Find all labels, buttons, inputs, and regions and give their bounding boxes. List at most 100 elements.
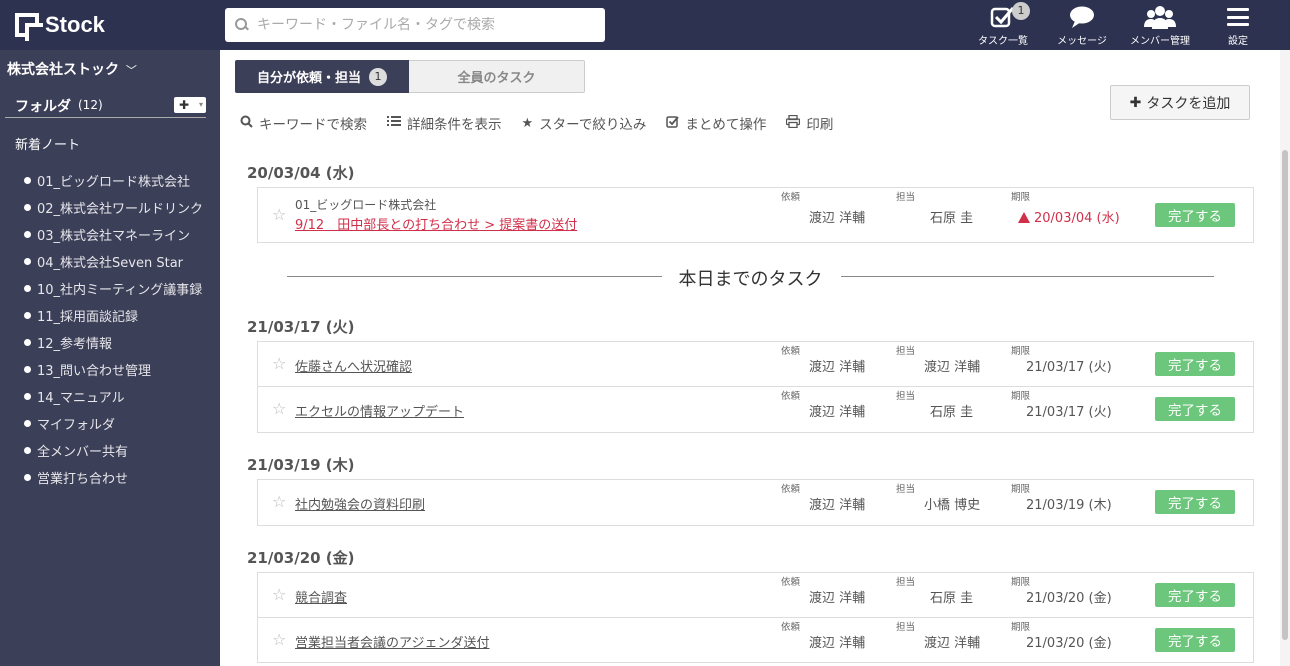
assignee-name: 石原 圭	[930, 405, 974, 420]
sidebar-folder-label: 14_マニュアル	[37, 391, 125, 406]
sidebar-folder-label: 01_ビッグロード株式会社	[37, 175, 191, 190]
folder-header: フォルダ (12) ✚	[5, 94, 206, 118]
nav-settings[interactable]: 設定	[1218, 0, 1258, 50]
sidebar-folder-item[interactable]: マイフォルダ	[24, 410, 203, 437]
sidebar-folder-label: 営業打ち合わせ	[37, 472, 129, 487]
company-name: 株式会社ストック	[7, 62, 119, 78]
app-logo[interactable]: Stock	[15, 12, 105, 41]
new-notes-link[interactable]: 新着ノート	[15, 134, 80, 153]
assignee-name: 石原 圭	[930, 211, 974, 226]
sidebar: 株式会社ストック ﹀ フォルダ (12) ✚ 新着ノート 01_ビッグロード株式…	[0, 50, 220, 666]
task-row[interactable]: ☆ 01_ビッグロード株式会社 9/12 田中部長との打ち合わせ > 提案書の送…	[258, 188, 1253, 242]
task-title[interactable]: 佐藤さんへ状況確認	[295, 356, 412, 375]
task-title[interactable]: エクセルの情報アップデート	[295, 401, 464, 420]
complete-button[interactable]: 完了する	[1155, 490, 1235, 514]
folder-dot-icon	[24, 258, 31, 265]
sidebar-folder-item[interactable]: 14_マニュアル	[24, 383, 203, 410]
due-date: 20/03/04 (水)	[1018, 207, 1120, 226]
folder-dot-icon	[24, 393, 31, 400]
requester-label: 依頼	[781, 622, 801, 633]
due-label: 期限	[1011, 577, 1031, 588]
top-header: Stock 1 タスク一覧 メッセージ メンバー管理 設定	[0, 0, 1290, 50]
sidebar-folder-item[interactable]: 13_問い合わせ管理	[24, 356, 203, 383]
complete-button[interactable]: 完了する	[1155, 352, 1235, 376]
folder-label: フォルダ	[15, 99, 71, 115]
task-row[interactable]: ☆ 営業担当者会議のアジェンダ送付 依頼 渡辺 洋輔 担当 渡辺 洋輔 期限 2…	[258, 618, 1253, 663]
task-tabs: 自分が依頼・担当 1 全員のタスク	[235, 60, 585, 93]
task-title[interactable]: 社内勉強会の資料印刷	[295, 494, 425, 513]
folder-dot-icon	[24, 474, 31, 481]
sidebar-folder-item[interactable]: 01_ビッグロード株式会社	[24, 167, 203, 194]
star-icon[interactable]: ☆	[272, 585, 286, 604]
sidebar-folder-item[interactable]: 03_株式会社マネーライン	[24, 221, 203, 248]
sidebar-folder-item[interactable]: 02_株式会社ワールドリンク	[24, 194, 203, 221]
assignee-name: 渡辺 洋輔	[924, 636, 981, 651]
scrollbar-thumb[interactable]	[1282, 150, 1288, 640]
tab-mine-label: 自分が依頼・担当	[256, 71, 361, 86]
due-date: 21/03/17 (火)	[1026, 405, 1112, 420]
print-tool[interactable]: 印刷	[786, 113, 833, 133]
task-title[interactable]: 9/12 田中部長との打ち合わせ > 提案書の送付	[295, 214, 577, 233]
company-selector[interactable]: 株式会社ストック ﹀	[7, 59, 137, 79]
sidebar-folder-item[interactable]: 全メンバー共有	[24, 437, 203, 464]
star-icon[interactable]: ☆	[272, 399, 286, 418]
checkbox-icon	[666, 115, 680, 132]
task-title[interactable]: 競合調査	[295, 587, 347, 606]
assignee-label: 担当	[896, 192, 916, 203]
sidebar-folder-item[interactable]: 11_採用面談記録	[24, 302, 203, 329]
star-icon[interactable]: ☆	[272, 492, 286, 511]
requester-name: 渡辺 洋輔	[809, 405, 866, 420]
due-date-text: 20/03/04 (水)	[1034, 211, 1120, 226]
folder-dot-icon	[24, 204, 31, 211]
task-row[interactable]: ☆ 競合調査 依頼 渡辺 洋輔 担当 石原 圭 期限 21/03/20 (金) …	[258, 573, 1253, 618]
task-row[interactable]: ☆ 佐藤さんへ状況確認 依頼 渡辺 洋輔 担当 渡辺 洋輔 期限 21/03/1…	[258, 342, 1253, 387]
sidebar-folder-item[interactable]: 04_株式会社Seven Star	[24, 248, 203, 275]
nav-task-list[interactable]: 1 タスク一覧	[974, 0, 1032, 50]
task-group: ☆ 社内勉強会の資料印刷 依頼 渡辺 洋輔 担当 小橋 博史 期限 21/03/…	[257, 479, 1254, 526]
requester-name: 渡辺 洋輔	[809, 498, 866, 513]
star-icon[interactable]: ☆	[272, 630, 286, 649]
complete-button[interactable]: 完了する	[1155, 203, 1235, 227]
assignee-label: 担当	[896, 622, 916, 633]
folder-dot-icon	[24, 231, 31, 238]
star-icon[interactable]: ☆	[272, 205, 286, 224]
task-row[interactable]: ☆ エクセルの情報アップデート 依頼 渡辺 洋輔 担当 石原 圭 期限 21/0…	[258, 387, 1253, 432]
task-check-icon: 1	[990, 2, 1030, 30]
requester-label: 依頼	[781, 484, 801, 495]
search-box[interactable]	[225, 8, 605, 42]
star-icon[interactable]: ☆	[272, 354, 286, 373]
nav-messages[interactable]: メッセージ	[1052, 0, 1112, 50]
add-folder-button[interactable]: ✚	[174, 97, 206, 113]
tab-all[interactable]: 全員のタスク	[409, 60, 585, 93]
date-heading: 21/03/19 (木)	[247, 456, 355, 474]
nav-members[interactable]: メンバー管理	[1127, 0, 1193, 50]
complete-button[interactable]: 完了する	[1155, 397, 1235, 421]
date-heading: 21/03/20 (金)	[247, 549, 355, 567]
due-date: 21/03/20 (金)	[1026, 591, 1112, 606]
date-heading: 20/03/04 (水)	[247, 164, 355, 182]
folder-dot-icon	[24, 366, 31, 373]
tab-mine[interactable]: 自分が依頼・担当 1	[235, 60, 409, 93]
assignee-name: 石原 圭	[930, 591, 974, 606]
chevron-down-icon: ﹀	[125, 64, 137, 77]
due-label: 期限	[1011, 484, 1031, 495]
assignee-name: 小橋 博史	[924, 498, 981, 513]
add-task-button[interactable]: ✚ タスクを追加	[1110, 85, 1250, 120]
complete-button[interactable]: 完了する	[1155, 583, 1235, 607]
folder-dot-icon	[24, 177, 31, 184]
detail-filter-label: 詳細条件を表示	[407, 117, 502, 133]
search-icon	[240, 115, 253, 132]
sidebar-folder-item[interactable]: 12_参考情報	[24, 329, 203, 356]
task-row[interactable]: ☆ 社内勉強会の資料印刷 依頼 渡辺 洋輔 担当 小橋 博史 期限 21/03/…	[258, 480, 1253, 525]
search-input[interactable]	[257, 17, 587, 33]
complete-button[interactable]: 完了する	[1155, 628, 1235, 652]
detail-filter-tool[interactable]: 詳細条件を表示	[387, 113, 502, 133]
chat-bubble-icon	[1068, 4, 1096, 30]
sidebar-folder-item[interactable]: 営業打ち合わせ	[24, 464, 203, 491]
star-filter-tool[interactable]: ★ スターで絞り込み	[522, 113, 647, 134]
task-title[interactable]: 営業担当者会議のアジェンダ送付	[295, 632, 489, 651]
sidebar-folder-item[interactable]: 10_社内ミーティング議事録	[24, 275, 203, 302]
bulk-action-tool[interactable]: まとめて操作	[666, 113, 766, 133]
main-scrollbar[interactable]	[1280, 50, 1290, 666]
keyword-search-tool[interactable]: キーワードで検索	[240, 113, 367, 133]
